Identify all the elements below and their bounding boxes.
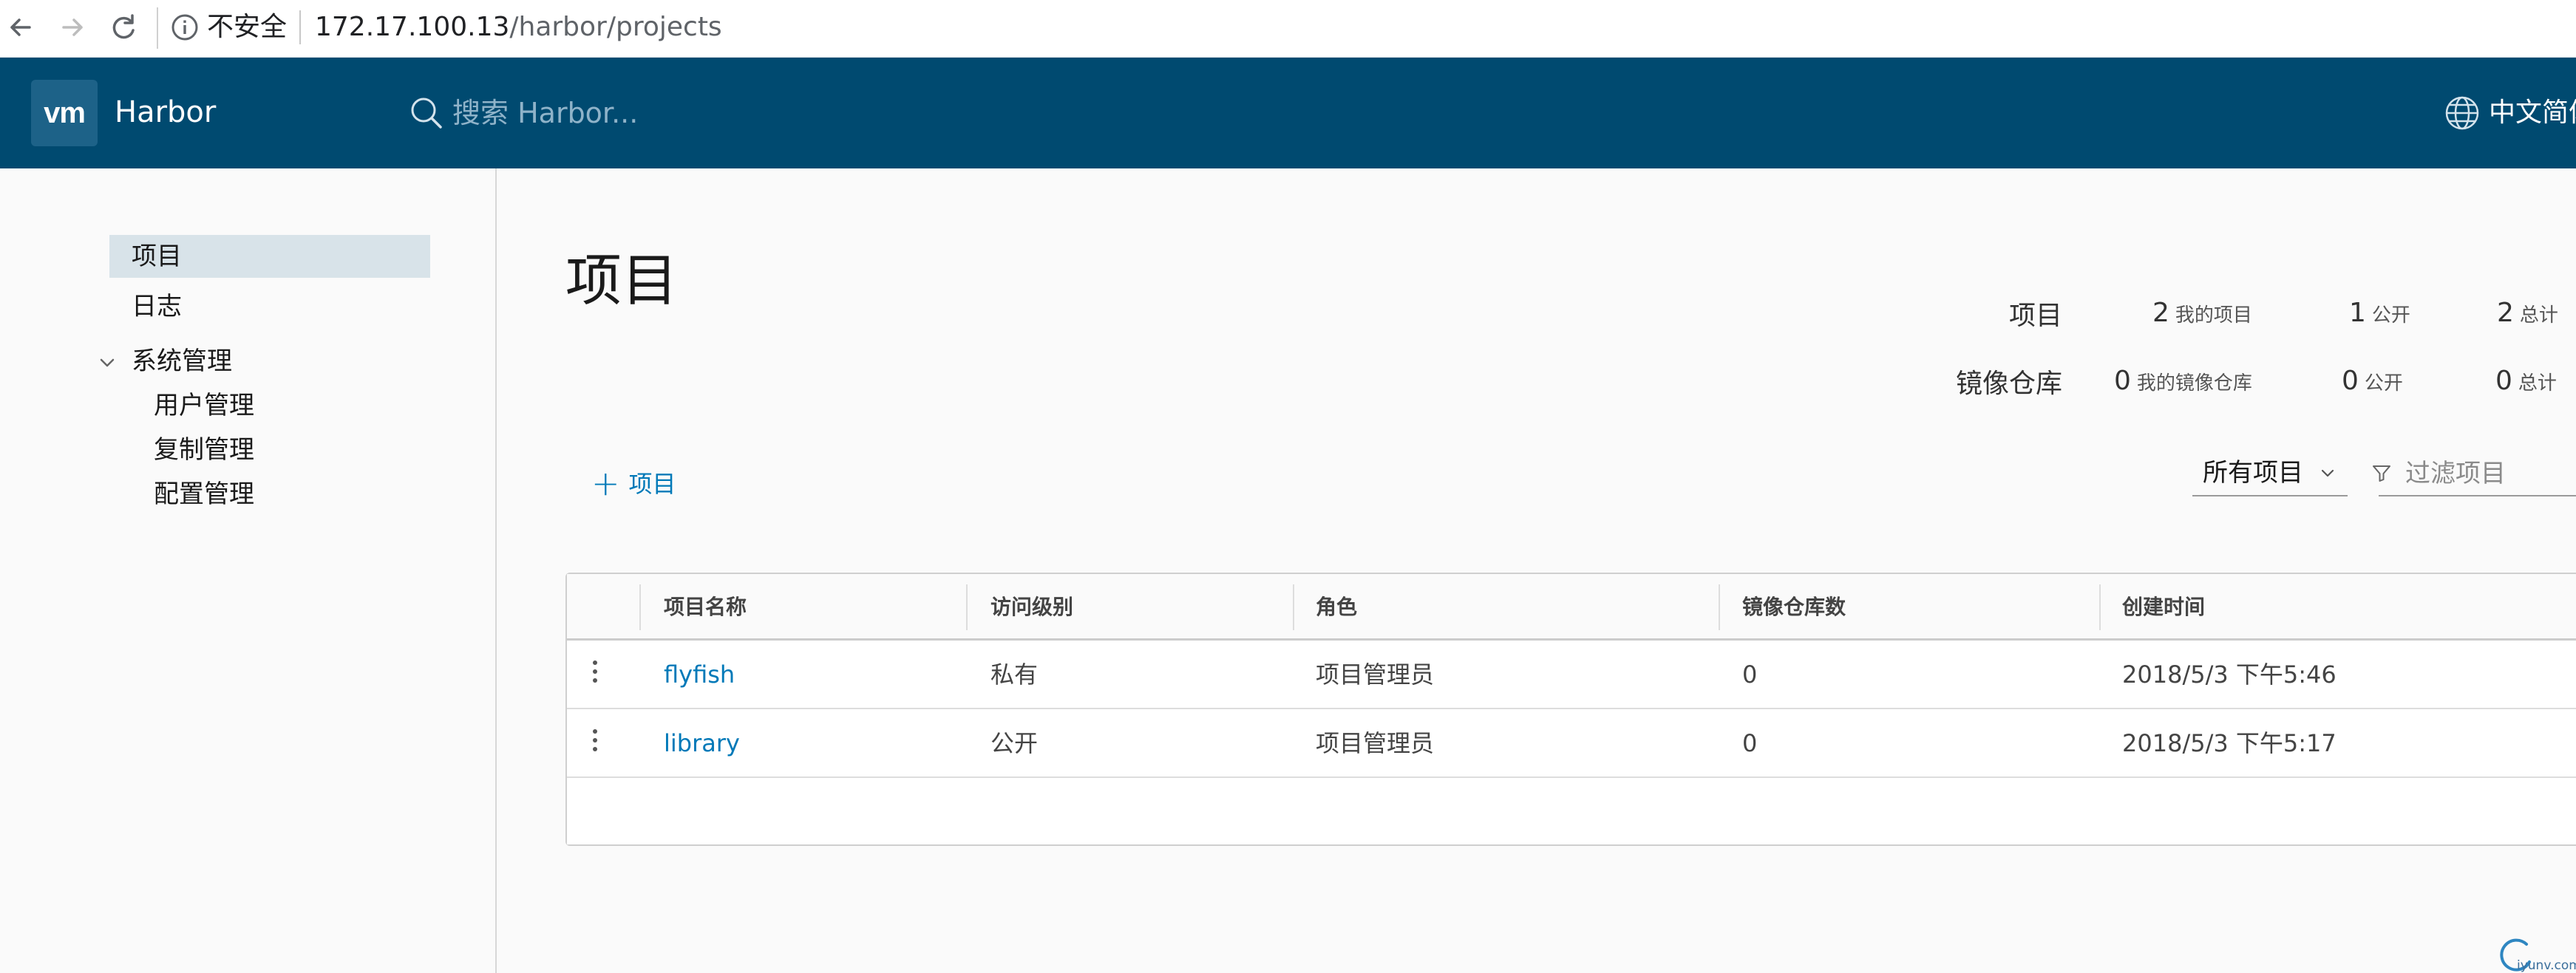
filter-icon	[2373, 465, 2390, 482]
role: 项目管理员	[1316, 660, 1435, 689]
plus-icon: +	[591, 463, 620, 503]
new-project-button[interactable]: + 项目	[591, 462, 676, 505]
summary-projects-public: 1 公开	[2349, 293, 2410, 338]
url-separator	[299, 10, 301, 44]
watermark-text: iyunv.com	[2517, 958, 2576, 973]
summary-projects-label: 项目	[2009, 301, 2063, 331]
summary-projects-mine: 2 我的项目	[2152, 293, 2252, 338]
sidebar-item-logs[interactable]: 日志	[132, 285, 182, 328]
forward-button[interactable]	[50, 6, 93, 49]
reload-icon	[112, 14, 135, 39]
reload-button[interactable]	[102, 6, 145, 49]
logo-text: vm	[44, 97, 86, 129]
column-separator	[2099, 584, 2101, 630]
project-filter-select[interactable]: 所有项目	[2192, 452, 2348, 496]
stat-caption: 总计	[2518, 372, 2557, 395]
creation-time: 2018/5/3 下午5:17	[2122, 729, 2337, 757]
sidebar-item-configuration[interactable]: 配置管理	[154, 473, 254, 516]
table-row[interactable]: flyfish 私有 项目管理员 0 2018/5/3 下午5:46	[567, 641, 2576, 709]
address-divider	[157, 7, 158, 49]
column-separator	[966, 584, 968, 630]
repo-count: 0	[1742, 660, 1758, 689]
stat-value: 1	[2349, 298, 2366, 328]
stat-value: 2	[2497, 298, 2514, 328]
summary-repos-mine: 0 我的镜像仓库	[2114, 361, 2252, 406]
column-separator	[1719, 584, 1720, 630]
address-bar[interactable]: 172.17.100.13/harbor/projects	[315, 4, 722, 50]
filter-projects-input[interactable]	[2379, 452, 2576, 496]
summary-repos-total: 0 总计	[2495, 361, 2557, 406]
globe-icon[interactable]	[2443, 94, 2481, 132]
sidebar-item-replication[interactable]: 复制管理	[154, 429, 254, 471]
projects-table: 项目名称 访问级别 角色 镜像仓库数 创建时间 flyfish 私有 项目管理员…	[565, 573, 2576, 846]
sidebar-item-admin[interactable]: 系统管理	[132, 340, 232, 383]
security-status[interactable]: 不安全	[207, 4, 287, 50]
stat-caption: 公开	[2371, 304, 2410, 327]
stat-caption: 总计	[2519, 304, 2558, 327]
stat-value: 0	[2495, 366, 2512, 396]
language-switcher[interactable]: 中文简体	[2489, 90, 2576, 136]
column-header-name[interactable]: 项目名称	[664, 574, 747, 641]
table-header: 项目名称 访问级别 角色 镜像仓库数 创建时间	[567, 574, 2576, 641]
row-actions-icon[interactable]	[588, 658, 602, 692]
creation-time: 2018/5/3 下午5:46	[2122, 660, 2337, 689]
filter-select-value: 所有项目	[2203, 458, 2303, 488]
forward-arrow-icon	[62, 18, 83, 36]
search-icon	[411, 98, 442, 129]
column-header-role[interactable]: 角色	[1316, 574, 1357, 641]
url-host: 172.17.100.13	[315, 12, 510, 42]
access-level: 公开	[990, 729, 1039, 757]
browser-toolbar: 不安全 172.17.100.13/harbor/projects	[0, 0, 2576, 58]
brand-name[interactable]: Harbor	[115, 90, 216, 134]
access-level: 私有	[990, 660, 1039, 689]
info-icon[interactable]	[170, 13, 200, 42]
stat-caption: 我的镜像仓库	[2136, 372, 2252, 395]
sidebar: 项目 日志 系统管理 用户管理 复制管理 配置管理	[0, 168, 497, 973]
stat-caption: 我的项目	[2175, 304, 2252, 327]
column-header-created[interactable]: 创建时间	[2122, 574, 2205, 641]
summary-repos-public: 0 公开	[2342, 361, 2403, 406]
table-footer	[567, 781, 2576, 844]
stat-caption: 公开	[2364, 372, 2403, 395]
role: 项目管理员	[1316, 729, 1435, 757]
repo-count: 0	[1742, 729, 1758, 757]
sidebar-item-projects[interactable]: 项目	[109, 235, 430, 278]
screen: 不安全 172.17.100.13/harbor/projects vm Har…	[0, 0, 2576, 973]
url-path: /harbor/projects	[509, 12, 722, 42]
global-search-input[interactable]	[452, 90, 925, 136]
chevron-down-icon	[2321, 469, 2334, 477]
sidebar-item-users[interactable]: 用户管理	[154, 384, 254, 427]
summary-repos-label: 镜像仓库	[1956, 369, 2063, 399]
new-project-label: 项目	[628, 470, 676, 498]
stat-value: 0	[2342, 366, 2359, 396]
chevron-down-icon[interactable]	[96, 352, 118, 374]
vmware-logo[interactable]: vm	[31, 80, 98, 146]
column-separator	[1293, 584, 1294, 630]
project-name-link[interactable]: library	[664, 709, 740, 778]
column-separator	[639, 584, 641, 630]
table-row[interactable]: library 公开 项目管理员 0 2018/5/3 下午5:17	[567, 709, 2576, 778]
column-header-access[interactable]: 访问级别	[990, 574, 1073, 641]
page-title: 项目	[565, 247, 678, 313]
column-header-repo-count[interactable]: 镜像仓库数	[1742, 574, 1846, 641]
row-actions-icon[interactable]	[588, 726, 602, 760]
stat-value: 0	[2114, 366, 2131, 396]
app-header: vm Harbor 中文简体	[0, 58, 2576, 168]
back-arrow-icon	[10, 18, 31, 36]
summary-projects-total: 2 总计	[2497, 293, 2558, 338]
project-name-link[interactable]: flyfish	[664, 641, 735, 709]
back-button[interactable]	[0, 6, 43, 49]
stat-value: 2	[2152, 298, 2169, 328]
